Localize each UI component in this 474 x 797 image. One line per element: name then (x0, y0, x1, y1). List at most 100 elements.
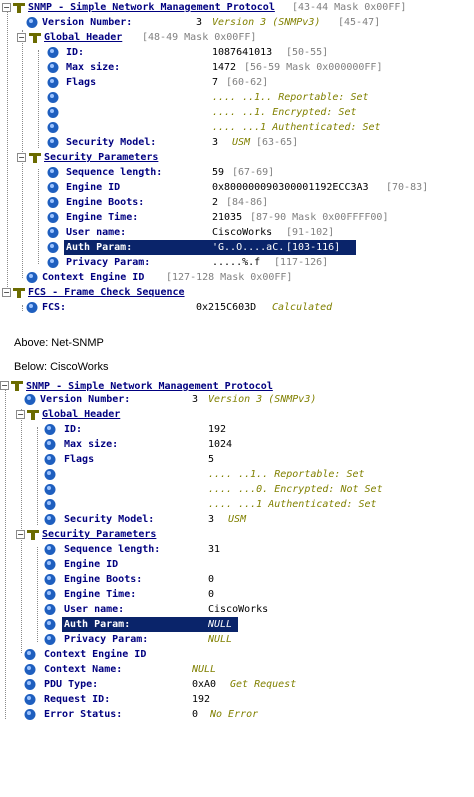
global-header-row[interactable]: − Global Header (0, 407, 474, 422)
engine-id-row[interactable]: Engine ID (0, 557, 474, 572)
max-size-label: Max size: (64, 439, 119, 450)
security-model-row[interactable]: Security Model: 3 USM (0, 512, 474, 527)
fcs-row[interactable]: FCS: 0x215C603D Calculated (0, 300, 474, 315)
security-model-desc: USM (232, 137, 251, 148)
version-number-offset: [45-47] (338, 17, 381, 28)
max-size-row[interactable]: Max size: 1024 (0, 437, 474, 452)
field-icon (44, 513, 57, 526)
field-icon (47, 121, 60, 134)
field-icon (47, 181, 60, 194)
security-parameters-row[interactable]: − Security Parameters (0, 527, 474, 542)
global-header-row[interactable]: − Global Header [48-49 Mask 0x00FF] (0, 30, 474, 45)
field-icon (44, 543, 57, 556)
collapse-toggle-icon[interactable]: − (0, 381, 9, 390)
fcs-section-label: FCS - Frame Check Sequence (28, 287, 185, 298)
privacy-param-value: .....%.f (212, 257, 261, 268)
security-parameters-row[interactable]: − Security Parameters (0, 150, 474, 165)
context-name-value: NULL (192, 664, 217, 675)
collapse-toggle-icon[interactable]: − (17, 153, 26, 162)
request-id-row[interactable]: Request ID: 192 (0, 692, 474, 707)
snmp-root-row[interactable]: − SNMP - Simple Network Management Proto… (0, 0, 474, 15)
security-model-value: 3 (212, 137, 219, 148)
field-icon (47, 211, 60, 224)
id-row[interactable]: ID: 192 (0, 422, 474, 437)
engine-id-row[interactable]: Engine ID 0x800000090300001192ECC3A3 [70… (0, 180, 474, 195)
collapse-toggle-icon[interactable]: − (16, 530, 25, 539)
auth-param-value: 'G..O....aC. (212, 242, 285, 253)
context-engine-id-row[interactable]: Context Engine ID [127-128 Mask 0x00FF] (0, 270, 474, 285)
field-icon (24, 708, 37, 721)
field-icon (47, 91, 60, 104)
flag-bit-reportable: .... ..1.. Reportable: Set (212, 92, 369, 103)
flag-bit-row[interactable]: .... ..1. Encrypted: Set (0, 105, 474, 120)
pdu-type-row[interactable]: PDU Type: 0xA0 Get Request (0, 677, 474, 692)
field-icon (24, 648, 37, 661)
max-size-label: Max size: (66, 62, 121, 73)
flag-bit-authenticated: .... ...1 Authenticated: Set (212, 122, 381, 133)
field-icon (44, 573, 57, 586)
privacy-param-row[interactable]: Privacy Param: .....%.f [117-126] (0, 255, 474, 270)
flags-row[interactable]: Flags 7 [60-62] (0, 75, 474, 90)
security-model-row[interactable]: Security Model: 3 USM [63-65] (0, 135, 474, 150)
flag-bit-row[interactable]: .... ...1 Authenticated: Set (0, 120, 474, 135)
security-model-label: Security Model: (64, 514, 155, 525)
engine-time-row[interactable]: Engine Time: 21035 [87-90 Mask 0x00FFFF0… (0, 210, 474, 225)
auth-param-row[interactable]: Auth Param: NULL (0, 617, 474, 632)
global-header-label: Global Header (42, 409, 121, 420)
engine-time-label: Engine Time: (64, 589, 137, 600)
fcs-section-row[interactable]: − FCS - Frame Check Sequence (0, 285, 474, 300)
version-number-row[interactable]: Version Number: 3 Version 3 (SNMPv3) [45… (0, 15, 474, 30)
error-status-row[interactable]: Error Status: 0 No Error (0, 707, 474, 722)
engine-boots-row[interactable]: Engine Boots: 2 [84-86] (0, 195, 474, 210)
auth-param-row[interactable]: Auth Param: 'G..O....aC. [103-116] (0, 240, 474, 255)
flag-bit-row[interactable]: .... ..1.. Reportable: Set (0, 90, 474, 105)
snmp-root-row[interactable]: − SNMP - Simple Network Management Proto… (0, 377, 474, 392)
sequence-length-row[interactable]: Sequence length: 59 [67-69] (0, 165, 474, 180)
field-icon (47, 136, 60, 149)
field-icon (47, 256, 60, 269)
version-number-row[interactable]: Version Number: 3 Version 3 (SNMPv3) (0, 392, 474, 407)
id-row[interactable]: ID: 1087641013 [50-55] (0, 45, 474, 60)
field-icon (44, 438, 57, 451)
sequence-length-value: 31 (208, 544, 221, 555)
sequence-length-row[interactable]: Sequence length: 31 (0, 542, 474, 557)
privacy-param-row[interactable]: Privacy Param: NULL (0, 632, 474, 647)
collapse-toggle-icon[interactable]: − (16, 410, 25, 419)
flags-row[interactable]: Flags 5 (0, 452, 474, 467)
protocol-icon (12, 286, 26, 299)
auth-param-label: Auth Param: (66, 242, 133, 253)
sequence-length-offset: [67-69] (232, 167, 275, 178)
engine-boots-label: Engine Boots: (66, 197, 145, 208)
engine-id-label: Engine ID (64, 559, 119, 570)
collapse-toggle-icon[interactable]: − (17, 33, 26, 42)
context-engine-id-label: Context Engine ID (44, 649, 147, 660)
protocol-icon (10, 379, 24, 392)
max-size-row[interactable]: Max size: 1472 [56-59 Mask 0x000000FF] (0, 60, 474, 75)
global-header-offset: [48-49 Mask 0x00FF] (142, 32, 257, 43)
user-name-value: CiscoWorks (208, 604, 269, 615)
privacy-param-offset: [117-126] (274, 257, 329, 268)
context-name-row[interactable]: Context Name: NULL (0, 662, 474, 677)
flag-bit-row[interactable]: .... ..1.. Reportable: Set (0, 467, 474, 482)
field-icon (44, 468, 57, 481)
flag-bit-row[interactable]: .... ...1 Authenticated: Set (0, 497, 474, 512)
caption-below: Below: CiscoWorks (14, 361, 109, 373)
user-name-row[interactable]: User name: CiscoWorks [91-102] (0, 225, 474, 240)
context-engine-id-row[interactable]: Context Engine ID (0, 647, 474, 662)
context-name-label: Context Name: (44, 664, 123, 675)
privacy-param-label: Privacy Param: (66, 257, 151, 268)
caption-above: Above: Net-SNMP (14, 337, 104, 349)
flag-bit-row[interactable]: .... ...0. Encrypted: Not Set (0, 482, 474, 497)
engine-time-row[interactable]: Engine Time: 0 (0, 587, 474, 602)
field-icon (44, 453, 57, 466)
collapse-toggle-icon[interactable]: − (2, 288, 11, 297)
user-name-row[interactable]: User name: CiscoWorks (0, 602, 474, 617)
version-number-label: Version Number: (40, 394, 131, 405)
field-icon (24, 678, 37, 691)
engine-time-label: Engine Time: (66, 212, 139, 223)
fcs-value: 0x215C603D (196, 302, 257, 313)
engine-boots-row[interactable]: Engine Boots: 0 (0, 572, 474, 587)
collapse-toggle-icon[interactable]: − (2, 3, 11, 12)
field-icon (47, 46, 60, 59)
version-number-value: 3 (192, 394, 199, 405)
